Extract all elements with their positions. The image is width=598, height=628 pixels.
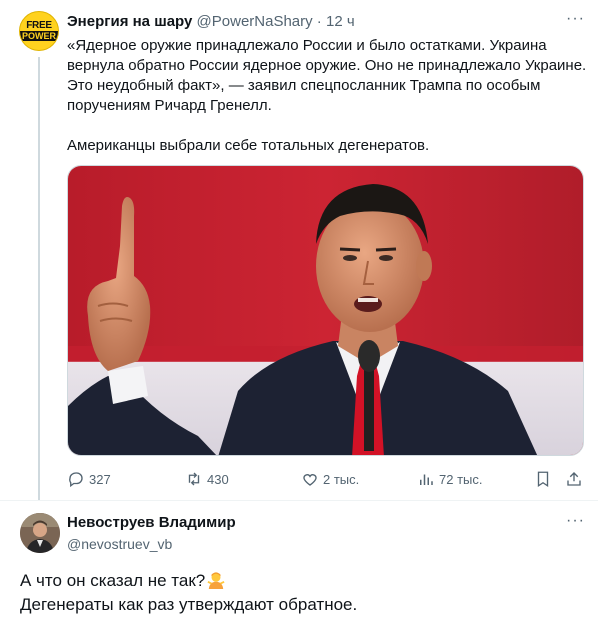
main-tweet[interactable]: FREE POWER Энергия на шару @PowerNaShary… [0,0,598,500]
reply-author-name[interactable]: Невоструев Владимир [67,513,236,533]
reply-line-2: Дегенераты как раз утверждают обратное. [20,595,358,614]
reply-avatar-photo [20,513,60,553]
separator: · [312,13,326,30]
repost-count: 430 [207,471,229,487]
speaker-photo [68,166,583,455]
reply-icon [69,472,83,488]
reply-header: Невоструев Владимир @nevostruev_vb [67,513,236,554]
share-button[interactable] [565,468,583,490]
avatar-logo-text-top: FREE [26,20,52,31]
views-count: 72 тыс. [439,471,483,487]
reply-line-1-text: А что он сказал не так? [20,571,206,590]
person-shrugging-emoji [207,572,225,589]
repost-icon [188,472,200,486]
more-options-icon[interactable]: ··· [566,10,585,28]
author-name[interactable]: Энергия на шару [67,13,192,30]
like-icon [303,474,317,486]
tweet-paragraph-1: «Ядерное оружие принадлежало России и бы… [67,37,587,114]
reply-count: 327 [89,471,111,487]
reply-more-options-icon[interactable]: ··· [566,512,585,530]
avatar-logo-text-bottom: POWER [20,31,58,41]
reply-line-1: А что он сказал не так? [20,569,580,593]
views-icon [420,474,433,485]
thread-line [38,57,40,500]
views-button[interactable]: 72 тыс. [417,468,482,490]
tweet-text: «Ядерное оружие принадлежало России и бы… [67,36,589,156]
tweet-header: Энергия на шару @PowerNaShary · 12 ч [67,12,355,32]
reply-author-handle[interactable]: @nevostruev_vb [67,534,236,554]
tweet-photo[interactable] [67,165,584,456]
author-handle[interactable]: @PowerNaShary [197,13,313,30]
like-count: 2 тыс. [323,471,360,487]
reply-text: А что он сказал не так? Дегенераты как р… [20,569,580,617]
repost-button[interactable]: 430 [185,468,229,490]
bookmark-icon [537,471,549,488]
reply-author-avatar[interactable] [20,513,60,553]
like-button[interactable]: 2 тыс. [301,468,359,490]
tweet-time[interactable]: 12 ч [326,13,355,30]
bookmark-button[interactable] [534,468,552,490]
reply-button[interactable]: 327 [67,468,111,490]
share-icon [567,472,581,486]
tweet-divider [0,500,598,501]
tweet-actions: 327 430 2 тыс. 72 тыс. [67,468,587,490]
author-avatar[interactable]: FREE POWER [19,11,59,51]
tweet-paragraph-2: Американцы выбрали себе тотальных дегене… [67,137,430,154]
